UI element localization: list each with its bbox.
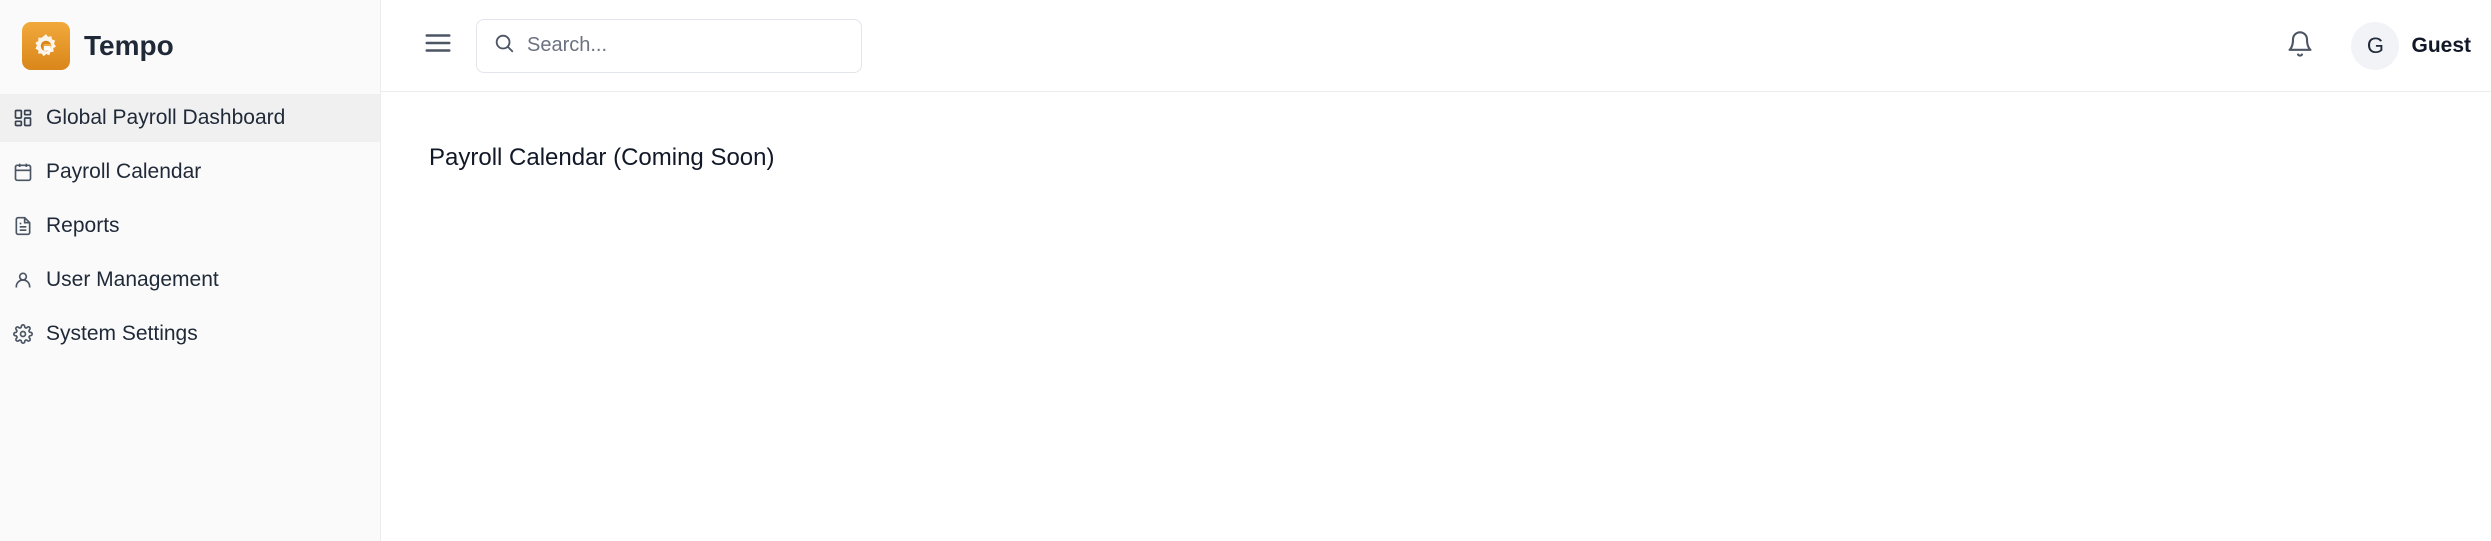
sidebar: Tempo Global Payroll Dashboard Payroll C… [0,0,381,541]
sidebar-item-label: Payroll Calendar [46,160,202,183]
menu-toggle-button[interactable] [421,29,455,63]
brand[interactable]: Tempo [0,0,380,92]
sidebar-item-label: Reports [46,214,120,237]
user-icon [12,269,34,291]
search-icon [493,32,515,59]
sidebar-item-global-payroll-dashboard[interactable]: Global Payroll Dashboard [0,94,380,142]
sidebar-item-user-management[interactable]: User Management [0,256,380,304]
search-box [476,18,862,73]
brand-name: Tempo [84,30,174,61]
sidebar-item-label: System Settings [46,322,198,345]
user-name[interactable]: Guest [2411,34,2471,58]
top-header: G Guest [381,0,2491,92]
bell-icon [2286,30,2314,63]
brand-logo-icon [22,22,70,70]
sidebar-item-label: Global Payroll Dashboard [46,106,286,129]
avatar[interactable]: G [2351,22,2400,70]
document-icon [12,215,34,237]
calendar-icon [12,161,34,183]
header-actions: G Guest [2283,0,2471,92]
page-content: Payroll Calendar (Coming Soon) [381,92,2491,172]
sidebar-nav: Global Payroll Dashboard Payroll Calenda… [0,94,380,358]
sidebar-item-reports[interactable]: Reports [0,202,380,250]
sidebar-item-system-settings[interactable]: System Settings [0,310,380,358]
dashboard-grid-icon [12,107,34,129]
search-input[interactable] [525,33,849,58]
sidebar-item-label: User Management [46,268,219,291]
app-root: Tempo Global Payroll Dashboard Payroll C… [0,0,2491,541]
gear-icon [12,323,34,345]
hamburger-menu-icon [423,28,453,63]
sidebar-item-payroll-calendar[interactable]: Payroll Calendar [0,148,380,196]
main-area: G Guest Payroll Calendar (Coming Soon) [381,0,2491,541]
notifications-button[interactable] [2283,29,2317,63]
page-title: Payroll Calendar (Coming Soon) [429,144,775,171]
